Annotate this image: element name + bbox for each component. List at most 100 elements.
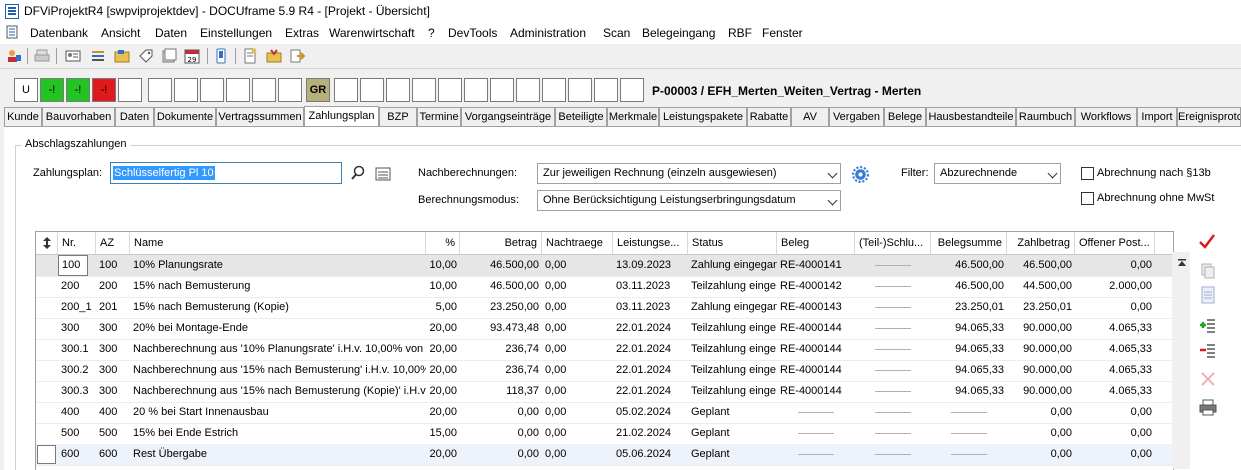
cell-name[interactable]: Nachberechnung aus '15% nach Bemusterung… [130, 381, 426, 402]
status-box-red[interactable]: -! [92, 78, 116, 102]
cell-leistungsdatum[interactable]: 13.09.2023 [613, 255, 688, 276]
menu-rbf[interactable]: RBF [728, 26, 752, 40]
cell-percent[interactable]: 15,00 [426, 423, 460, 444]
cell-belegsumme[interactable]: 94.065,33 [931, 318, 1007, 339]
cell-offener-posten[interactable]: 4.065,33 [1075, 339, 1155, 360]
scroll-top-icon[interactable] [1177, 258, 1187, 268]
row-selector[interactable] [36, 360, 58, 381]
col-header-status[interactable]: Status [688, 232, 777, 254]
cell-az[interactable]: 500 [96, 423, 130, 444]
menu-einstellungen[interactable]: Einstellungen [200, 26, 272, 40]
cell-offener-posten[interactable]: 4.065,33 [1075, 381, 1155, 402]
menu-daten[interactable]: Daten [155, 26, 187, 40]
cell-name[interactable]: Nachberechnung aus '10% Planungsrate' i.… [130, 339, 426, 360]
document-list-icon[interactable] [1199, 286, 1217, 304]
cell-belegsumme[interactable]: 94.065,33 [931, 339, 1007, 360]
status-box[interactable] [386, 78, 410, 102]
col-header-schlussrechnung[interactable]: (Teil-)Schlu... [855, 232, 931, 254]
cell-percent[interactable]: 20,00 [426, 318, 460, 339]
cell-percent[interactable]: 20,00 [426, 444, 460, 465]
table-row[interactable]: 400 400 20 % bei Start Innenausbau 20,00 0,0… [36, 402, 1173, 424]
status-box[interactable] [200, 78, 224, 102]
menu-scan[interactable]: Scan [603, 26, 630, 40]
cell-zahlbetrag[interactable]: 44.500,00 [1007, 276, 1075, 297]
col-header-leistungsdatum[interactable]: Leistungse... [613, 232, 688, 254]
status-box[interactable] [278, 78, 302, 102]
cell-status[interactable]: Zahlung eingegan [688, 297, 777, 318]
cell-name[interactable]: Nachberechnung aus '15% nach Bemusterung… [130, 360, 426, 381]
cell-name[interactable]: 20 % bei Start Innenausbau [130, 402, 426, 423]
cell-status[interactable]: Teilzahlung einge [688, 276, 777, 297]
tab-belege[interactable]: Belege [884, 107, 926, 126]
cell-zahlbetrag[interactable]: 90.000,00 [1007, 318, 1075, 339]
cell-belegsumme[interactable] [931, 444, 1007, 465]
cell-percent[interactable]: 10,00 [426, 255, 460, 276]
row-selector[interactable] [36, 381, 58, 402]
row-selector[interactable] [36, 318, 58, 339]
stack-icon[interactable] [161, 48, 177, 64]
tab-bauvorhaben[interactable]: Bauvorhaben [42, 107, 115, 126]
cell-leistungsdatum[interactable]: 21.02.2024 [613, 423, 688, 444]
print-icon[interactable] [34, 48, 50, 64]
cell-schlussrechnung[interactable] [855, 255, 931, 276]
cell-nachtraege[interactable]: 0,00 [542, 318, 613, 339]
status-box[interactable] [594, 78, 618, 102]
cell-beleg[interactable]: RE-4000144 [777, 381, 855, 402]
menu-warenwirtschaft[interactable]: Warenwirtschaft [329, 26, 415, 40]
cell-offener-posten[interactable]: 4.065,33 [1075, 318, 1155, 339]
row-selector[interactable] [36, 402, 58, 423]
tab-kunde[interactable]: Kunde [4, 107, 42, 126]
cell-az[interactable]: 600 [96, 444, 130, 465]
row-selector[interactable] [36, 444, 58, 465]
cell-schlussrechnung[interactable] [855, 339, 931, 360]
cell-leistungsdatum[interactable]: 05.02.2024 [613, 402, 688, 423]
cell-nr[interactable]: 400 [58, 402, 96, 423]
cell-schlussrechnung[interactable] [855, 360, 931, 381]
copy-icon[interactable] [1199, 262, 1217, 280]
berechnungsmodus-select[interactable]: Ohne Berücksichtigung Leistungserbringun… [537, 190, 841, 211]
cell-beleg[interactable]: RE-4000142 [777, 276, 855, 297]
cell-betrag[interactable]: 46.500,00 [460, 255, 542, 276]
id-card-icon[interactable] [65, 48, 81, 64]
cell-name[interactable]: 15% nach Bemusterung (Kopie) [130, 297, 426, 318]
tab-merkmale[interactable]: Merkmale [607, 107, 659, 126]
menu-extras[interactable]: Extras [285, 26, 319, 40]
cell-beleg[interactable] [777, 444, 855, 465]
cell-offener-posten[interactable]: 0,00 [1075, 297, 1155, 318]
tab-termine[interactable]: Termine [417, 107, 461, 126]
tab-av[interactable]: AV [791, 107, 829, 126]
cell-leistungsdatum[interactable]: 03.11.2023 [613, 297, 688, 318]
cell-belegsumme[interactable] [931, 423, 1007, 444]
cell-leistungsdatum[interactable]: 03.11.2023 [613, 276, 688, 297]
document-icon[interactable] [5, 25, 19, 39]
table-row[interactable]: 600 600 Rest Übergabe 20,00 0,00 0,00 05.06.20… [36, 444, 1173, 466]
tab-leistungspakete[interactable]: Leistungspakete [659, 107, 747, 126]
cell-percent[interactable]: 20,00 [426, 339, 460, 360]
col-header-nr[interactable]: Nr. [58, 232, 96, 254]
cell-az[interactable]: 300 [96, 318, 130, 339]
cell-percent[interactable]: 20,00 [426, 360, 460, 381]
status-box-gr[interactable]: GR [306, 78, 330, 102]
tab-dokumente[interactable]: Dokumente [154, 107, 216, 126]
tab-vergaben[interactable]: Vergaben [829, 107, 884, 126]
cell-betrag[interactable]: 0,00 [460, 423, 542, 444]
cell-beleg[interactable]: RE-4000143 [777, 297, 855, 318]
tab-import[interactable]: Import [1137, 107, 1177, 126]
menu-datenbank[interactable]: Datenbank [30, 26, 88, 40]
cell-status[interactable]: Geplant [688, 423, 777, 444]
table-scrollbar[interactable] [1172, 252, 1190, 469]
cell-az[interactable]: 100 [96, 255, 130, 276]
cell-az[interactable]: 300 [96, 360, 130, 381]
cell-schlussrechnung[interactable] [855, 402, 931, 423]
cell-status[interactable]: Zahlung eingegan [688, 255, 777, 276]
search-icon[interactable] [350, 165, 366, 181]
cell-leistungsdatum[interactable]: 22.01.2024 [613, 339, 688, 360]
tab-raumbuch[interactable]: Raumbuch [1016, 107, 1075, 126]
tab-beteiligte[interactable]: Beteiligte [555, 107, 607, 126]
cell-zahlbetrag[interactable]: 23.250,01 [1007, 297, 1075, 318]
nachberechnungen-select[interactable]: Zur jeweiligen Rechnung (einzeln ausgewi… [537, 163, 841, 184]
cell-beleg[interactable]: RE-4000144 [777, 339, 855, 360]
cell-zahlbetrag[interactable]: 90.000,00 [1007, 360, 1075, 381]
col-header-zahlbetrag[interactable]: Zahlbetrag [1007, 232, 1075, 254]
cell-az[interactable]: 300 [96, 339, 130, 360]
